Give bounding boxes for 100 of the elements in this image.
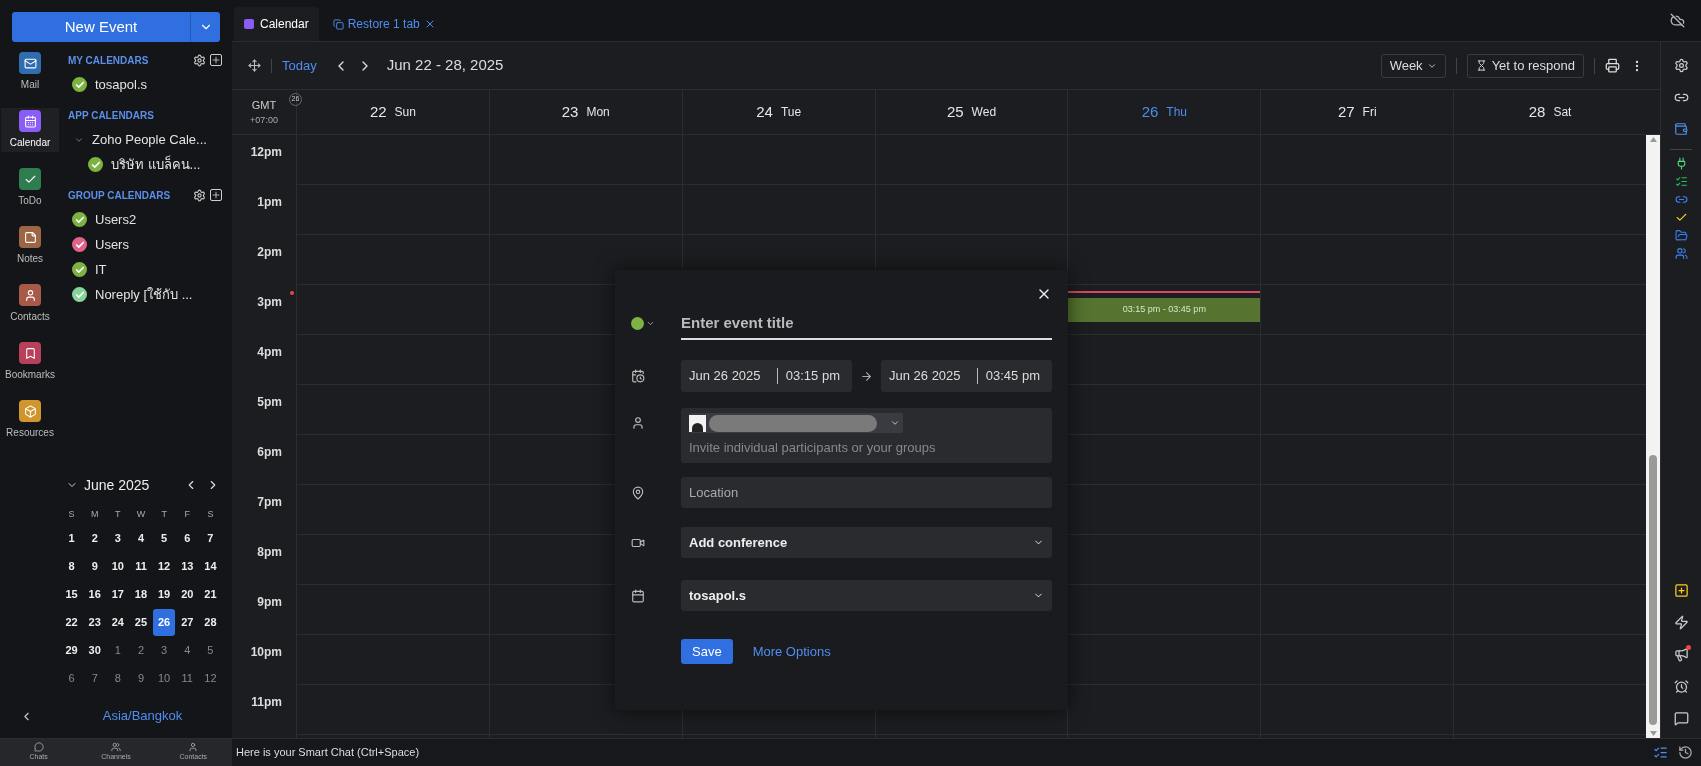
calendar-checkbox[interactable] xyxy=(72,212,87,227)
end-date-field[interactable]: Jun 26 2025 xyxy=(889,366,961,386)
date-cell[interactable]: 12 xyxy=(153,552,176,580)
scroll-up-icon[interactable] xyxy=(1649,137,1657,142)
date-cell[interactable]: 16 xyxy=(83,580,106,608)
date-cell[interactable]: 9 xyxy=(130,664,152,692)
cloud-icon[interactable] xyxy=(1669,12,1685,28)
date-cell[interactable]: 4 xyxy=(130,524,152,552)
calendar-checkbox[interactable] xyxy=(72,77,87,92)
note-add-icon[interactable] xyxy=(1673,583,1689,598)
date-cell[interactable]: 13 xyxy=(176,552,199,580)
calendar-name[interactable]: บริษัท แบล็คน... xyxy=(111,154,201,175)
task-icon[interactable] xyxy=(1653,745,1668,760)
folder-icon[interactable] xyxy=(1674,229,1688,242)
date-cell[interactable]: 7 xyxy=(83,664,106,692)
date-cell[interactable]: 18 xyxy=(130,580,152,608)
date-cell[interactable]: 11 xyxy=(176,664,199,692)
date-cell[interactable]: 22 xyxy=(60,608,83,636)
wallet-icon[interactable] xyxy=(1674,122,1688,136)
participants-field[interactable]: Invite individual participants or your groups xyxy=(681,408,1052,463)
calendar-name[interactable]: Noreply [ใช้กับ ... xyxy=(95,284,193,305)
settings-icon[interactable] xyxy=(193,188,206,202)
new-event-button[interactable]: New Event xyxy=(12,12,220,42)
people-icon[interactable] xyxy=(1674,247,1688,260)
app-nav-item[interactable]: Resources xyxy=(1,398,59,442)
date-cell[interactable]: 2 xyxy=(83,524,106,552)
conference-dropdown[interactable]: Add conference xyxy=(681,527,1052,558)
date-cell[interactable]: 7 xyxy=(199,524,222,552)
app-nav-item[interactable]: ToDo xyxy=(1,166,59,210)
check-icon[interactable] xyxy=(1674,211,1688,224)
print-icon[interactable] xyxy=(1605,58,1620,73)
date-cell[interactable]: 5 xyxy=(199,636,222,664)
view-dropdown[interactable]: Week xyxy=(1380,53,1446,78)
date-cell[interactable]: 19 xyxy=(153,580,176,608)
scrollbar[interactable] xyxy=(1646,135,1660,738)
day-header[interactable]: 23 Mon xyxy=(488,90,682,134)
date-cell[interactable]: 26 xyxy=(153,608,176,636)
date-cell[interactable]: 15 xyxy=(60,580,83,608)
date-cell[interactable]: 3 xyxy=(106,524,129,552)
date-cell[interactable]: 21 xyxy=(199,580,222,608)
date-cell[interactable]: 8 xyxy=(106,664,129,692)
date-cell[interactable]: 3 xyxy=(153,636,176,664)
today-button[interactable]: Today xyxy=(282,55,317,76)
date-cell[interactable]: 6 xyxy=(60,664,83,692)
caret-icon[interactable] xyxy=(890,418,900,428)
calendar-name[interactable]: IT xyxy=(95,259,107,280)
rsvp-filter-button[interactable]: Yet to respond xyxy=(1466,53,1584,78)
event-title-field[interactable]: Enter event title xyxy=(681,306,1052,340)
date-cell[interactable]: 10 xyxy=(106,552,129,580)
calendar-checkbox[interactable] xyxy=(72,287,87,302)
end-time-field[interactable]: 03:45 pm xyxy=(985,366,1044,386)
date-cell[interactable]: 23 xyxy=(83,608,106,636)
start-date-field[interactable]: Jun 26 2025 xyxy=(689,366,761,386)
date-cell[interactable]: 17 xyxy=(106,580,129,608)
calendar-checkbox[interactable] xyxy=(72,262,87,277)
date-cell[interactable]: 25 xyxy=(130,608,152,636)
day-header[interactable]: 24 Tue xyxy=(681,90,875,134)
restore-tab-link[interactable]: Restore 1 tab xyxy=(318,7,450,41)
date-cell[interactable]: 28 xyxy=(199,608,222,636)
date-cell[interactable]: 14 xyxy=(199,552,222,580)
date-cell[interactable]: 1 xyxy=(106,636,129,664)
day-header[interactable]: 28 Sat xyxy=(1453,90,1646,134)
date-cell[interactable]: 12 xyxy=(199,664,222,692)
app-nav-item[interactable]: Calendar xyxy=(1,108,59,152)
lightning-icon[interactable] xyxy=(1673,615,1689,630)
location-field[interactable]: Location xyxy=(681,477,1052,508)
invite-field[interactable]: Invite individual participants or your groups xyxy=(689,437,1044,457)
timezone-link[interactable]: Asia/Bangkok xyxy=(72,706,183,726)
settings-icon[interactable] xyxy=(1673,58,1689,73)
day-header[interactable]: 27 Fri xyxy=(1260,90,1454,134)
history-icon[interactable] xyxy=(1678,745,1693,760)
date-cell[interactable]: 6 xyxy=(176,524,199,552)
add-icon[interactable] xyxy=(210,54,222,66)
settings-icon[interactable] xyxy=(193,53,206,67)
scroll-down-icon[interactable] xyxy=(1649,731,1657,736)
add-icon[interactable] xyxy=(210,189,222,201)
calendar-tab[interactable]: Calendar xyxy=(234,7,319,41)
date-cell[interactable]: 2 xyxy=(130,636,152,664)
date-cell[interactable]: 9 xyxy=(83,552,106,580)
day-header[interactable]: 25 Wed xyxy=(874,90,1068,134)
date-cell[interactable]: 20 xyxy=(176,580,199,608)
date-cell[interactable]: 27 xyxy=(176,608,199,636)
date-cell[interactable]: 10 xyxy=(153,664,176,692)
date-cell[interactable]: 5 xyxy=(153,524,176,552)
link-icon[interactable] xyxy=(1674,193,1688,206)
app-nav-item[interactable]: Notes xyxy=(1,224,59,268)
date-cell[interactable]: 24 xyxy=(106,608,129,636)
date-cell[interactable]: 1 xyxy=(60,524,83,552)
alarm-icon[interactable] xyxy=(1673,679,1689,694)
date-cell[interactable]: 11 xyxy=(130,552,152,580)
app-nav-item[interactable]: Contacts xyxy=(1,282,59,326)
chat-icon[interactable] xyxy=(1673,711,1689,726)
date-cell[interactable]: 29 xyxy=(60,636,83,664)
app-nav-item[interactable]: Mail xyxy=(1,50,59,94)
megaphone-icon[interactable] xyxy=(1673,647,1689,662)
calendar-name[interactable]: Users2 xyxy=(95,209,137,230)
date-cell[interactable]: 4 xyxy=(176,636,199,664)
calendar-checkbox[interactable] xyxy=(72,237,87,252)
day-header[interactable]: 26 Thu xyxy=(1067,90,1261,134)
list-icon[interactable] xyxy=(1674,175,1688,188)
